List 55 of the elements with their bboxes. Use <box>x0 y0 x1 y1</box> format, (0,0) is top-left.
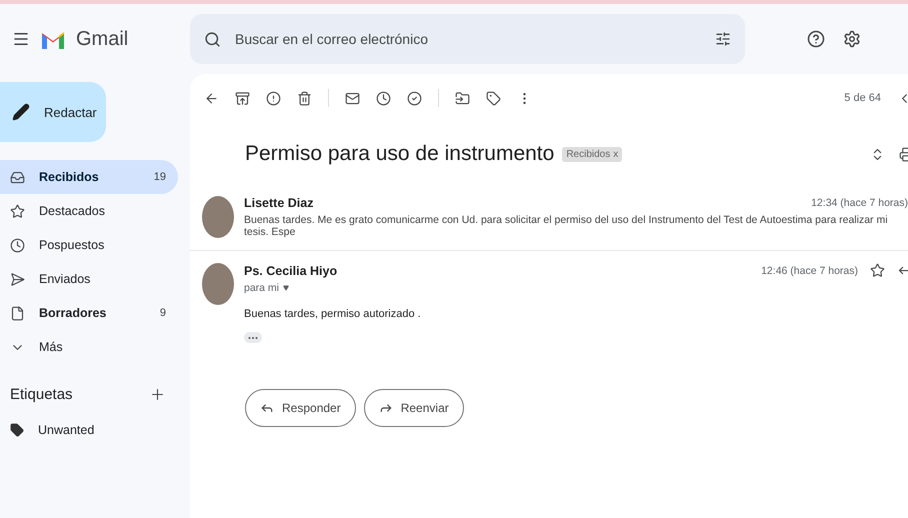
alert-icon[interactable] <box>266 90 281 106</box>
star-icon[interactable] <box>870 263 885 278</box>
pagination-text: 5 de 64 <box>844 92 881 104</box>
menu-icon[interactable] <box>12 30 30 48</box>
labels-heading: Etiquetas <box>10 386 73 403</box>
app-name: Gmail <box>76 28 128 50</box>
label-chip: Recibidos x <box>562 146 622 162</box>
help-icon[interactable] <box>807 30 825 48</box>
label-item[interactable]: Unwanted <box>0 413 178 447</box>
message-body: Buenas tardes, permiso autorizado . <box>244 308 422 320</box>
task-icon[interactable] <box>407 90 422 106</box>
message-snippet: Buenas tardes. Me es grato comunicarme con Ud. para solicitar el permiso del uso del Instrumento del Test de Autoestima para realizar mi tesis. Espe <box>244 214 889 238</box>
forward-button[interactable]: Reenviar <box>364 389 464 427</box>
gmail-logo-icon <box>40 29 66 49</box>
email-subject: Permiso para uso de instrumento <box>245 142 554 166</box>
unread-count: 9 <box>160 307 166 319</box>
back-icon[interactable] <box>204 90 219 106</box>
message-time: 12:46 (hace 7 horas) <box>761 264 858 276</box>
delete-icon[interactable] <box>297 90 312 106</box>
file-icon <box>10 306 25 320</box>
send-icon <box>10 272 25 286</box>
caret-icon <box>283 285 290 291</box>
clock-icon[interactable] <box>376 90 391 106</box>
recipient-dropdown[interactable]: para mi <box>244 282 290 294</box>
tag-icon <box>10 423 24 437</box>
sidebar-item[interactable]: Destacados <box>0 194 178 228</box>
reply-button[interactable]: Responder <box>245 389 356 427</box>
add-icon[interactable] <box>149 386 166 403</box>
settings-icon[interactable] <box>843 30 861 48</box>
mail-icon[interactable] <box>345 90 360 106</box>
unread-count: 19 <box>154 171 166 183</box>
label-icon[interactable] <box>486 90 501 106</box>
search-input[interactable]: Buscar en el correo electrónico <box>233 30 703 48</box>
sender-name: Ps. Cecilia Hiyo <box>244 264 338 278</box>
archive-icon[interactable] <box>235 90 250 106</box>
star-icon <box>10 204 25 218</box>
message-time: 12:34 (hace 7 horas) <box>811 197 908 209</box>
sidebar-item[interactable]: Más <box>0 330 178 364</box>
avatar <box>202 196 234 238</box>
remove-label-button[interactable]: x <box>613 148 618 160</box>
search-icon[interactable] <box>204 30 221 48</box>
avatar <box>202 263 234 305</box>
sidebar-item[interactable]: Borradores 9 <box>0 296 178 330</box>
folder-icon[interactable] <box>455 90 470 106</box>
pencil-icon <box>12 103 30 121</box>
sidebar-item[interactable]: Enviados <box>0 262 178 296</box>
show-trimmed-button[interactable] <box>244 332 262 343</box>
clock-icon <box>10 238 25 252</box>
sender-name: Lisette Diaz <box>244 196 314 210</box>
sidebar-item[interactable]: Recibidos 19 <box>0 160 178 194</box>
search-field[interactable]: Buscar en el correo electrónico <box>190 14 745 64</box>
sidebar-item[interactable]: Pospuestos <box>0 228 178 262</box>
compose-button[interactable]: Redactar <box>0 82 106 142</box>
inbox-icon <box>10 170 25 184</box>
filter-icon[interactable] <box>715 31 731 47</box>
